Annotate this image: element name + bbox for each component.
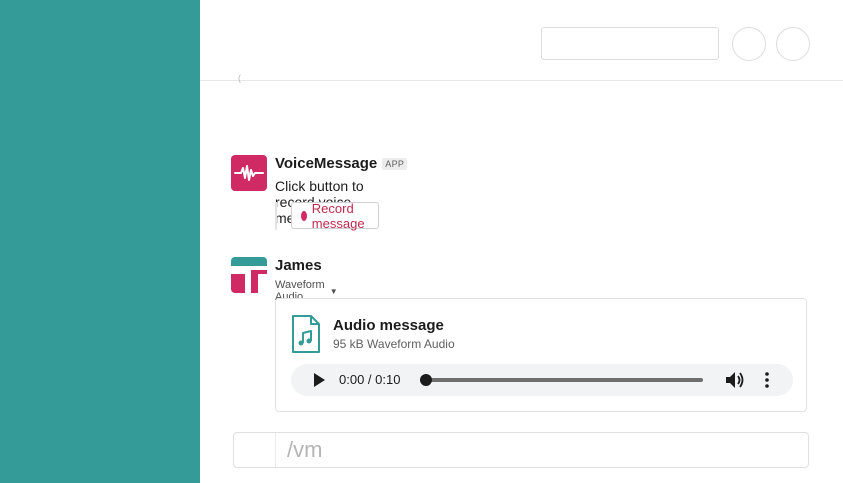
- record-button-label: Record message: [311, 200, 365, 231]
- voicemessage-avatar[interactable]: [231, 155, 267, 191]
- attachment-bar: [275, 202, 277, 230]
- header-circle-button-2[interactable]: [776, 27, 810, 61]
- top-bar: [200, 0, 843, 81]
- james-avatar[interactable]: [231, 257, 267, 293]
- audio-file-icon: [292, 315, 320, 353]
- app-badge: APP: [382, 157, 408, 170]
- message-composer: [233, 432, 809, 468]
- record-dot-icon: [301, 210, 307, 221]
- record-message-button[interactable]: Record message: [291, 200, 379, 231]
- audio-player: 0:00 / 0:10: [291, 364, 793, 396]
- search-input[interactable]: [541, 27, 719, 60]
- more-options-icon[interactable]: [761, 371, 773, 389]
- sender-name[interactable]: VoiceMessage: [275, 155, 377, 172]
- sidebar: [0, 0, 200, 483]
- progress-slider[interactable]: [420, 374, 703, 386]
- progress-knob[interactable]: [420, 374, 432, 386]
- waveform-icon: [234, 165, 264, 181]
- audio-attachment-card[interactable]: Audio message 95 kB Waveform Audio 0:00 …: [275, 298, 807, 412]
- volume-icon[interactable]: [725, 371, 745, 389]
- james-avatar-icon: [231, 257, 267, 293]
- file-meta: 95 kB Waveform Audio: [333, 337, 455, 351]
- voicemessage-sender-line: VoiceMessage APP: [275, 155, 408, 172]
- james-body: James Waveform Audio ▼: [275, 257, 338, 303]
- play-icon[interactable]: [311, 372, 327, 388]
- file-title[interactable]: Audio message: [333, 317, 444, 334]
- composer-divider: [275, 433, 276, 467]
- message-input[interactable]: [287, 436, 787, 464]
- header-stray-mark: (: [238, 73, 241, 83]
- james-sender-line: James: [275, 257, 338, 274]
- caret-down-icon: ▼: [329, 286, 338, 296]
- sender-name[interactable]: James: [275, 257, 322, 274]
- header-circle-button-1[interactable]: [732, 27, 766, 61]
- time-display: 0:00 / 0:10: [339, 372, 401, 387]
